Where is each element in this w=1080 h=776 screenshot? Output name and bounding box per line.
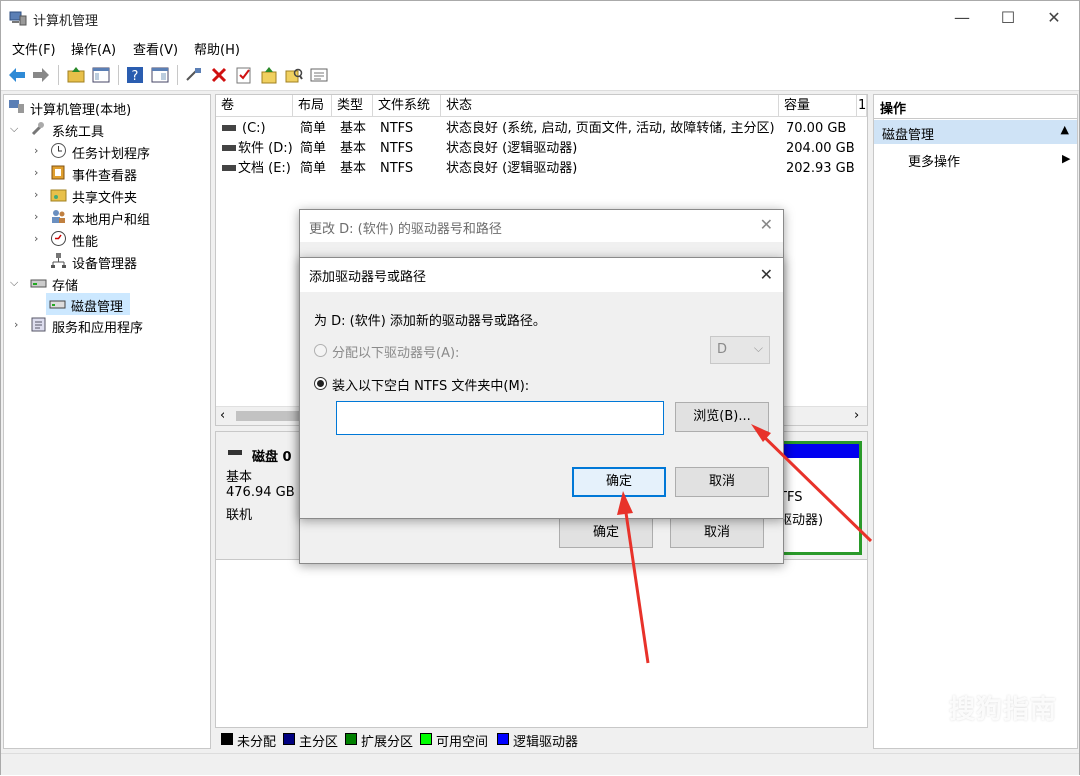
window: 计算机管理 — ☐ ✕ 文件(F) 操作(A) 查看(V) 帮助(H) ? 计算… (0, 0, 1080, 775)
watermark-logo: 搜狗指南 (949, 689, 1057, 726)
annotation-arrows (617, 424, 873, 664)
watermark-text: 搜狗指南 (948, 695, 1057, 725)
watermark-url: zhinan.sogou.com (938, 733, 1055, 746)
